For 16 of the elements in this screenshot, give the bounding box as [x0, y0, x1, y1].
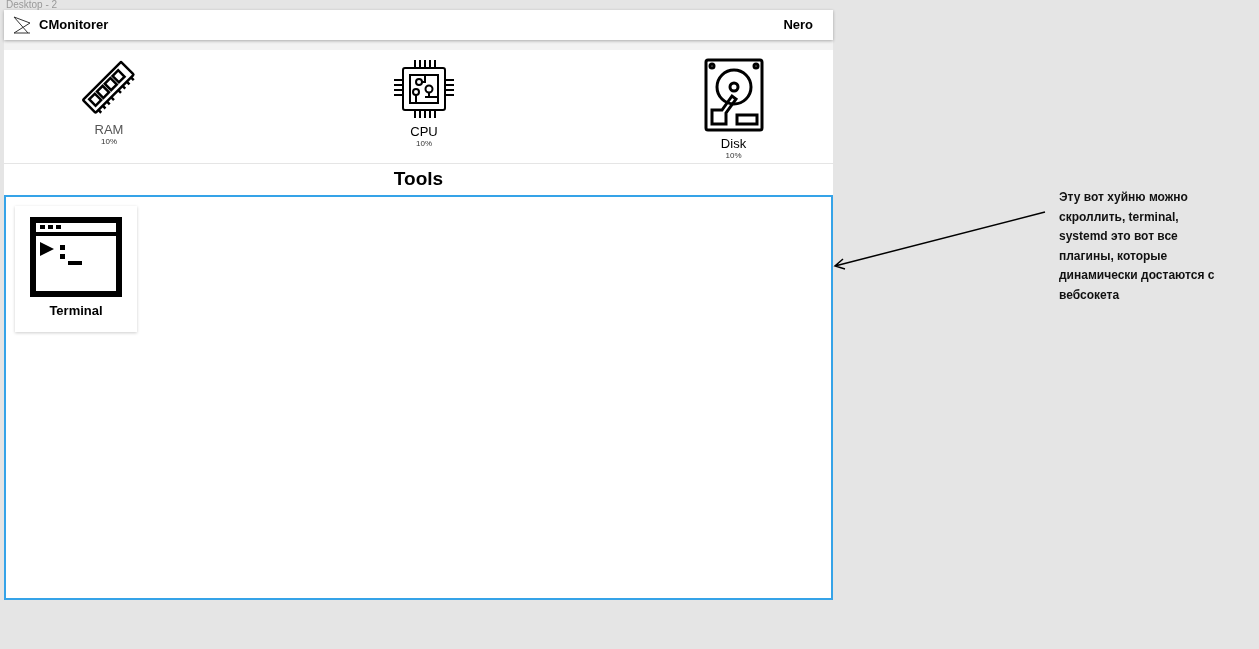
app-title: CMonitorer	[39, 16, 109, 35]
logo-icon	[12, 15, 32, 35]
stat-value: 10%	[416, 139, 432, 149]
frame-label: Desktop - 2	[6, 0, 58, 10]
cpu-chip-icon	[393, 58, 455, 120]
tool-card[interactable]: Terminal	[15, 206, 137, 332]
stat-label: RAM	[94, 122, 124, 137]
tools-title: Tools	[393, 167, 444, 192]
annotation-text: Эту вот хуйню можно скроллить, terminal, systemd это вот все плагины, которые динамически достаются с вебсокета	[1059, 189, 1216, 304]
stat-label: Disk	[720, 136, 747, 151]
stat-label: CPU	[410, 124, 438, 139]
terminal-icon	[30, 217, 122, 297]
hard-drive-icon	[703, 58, 764, 132]
user-name[interactable]: Nero	[783, 15, 813, 35]
stat-value: 10%	[725, 151, 742, 161]
stat-value: 10%	[101, 137, 117, 147]
